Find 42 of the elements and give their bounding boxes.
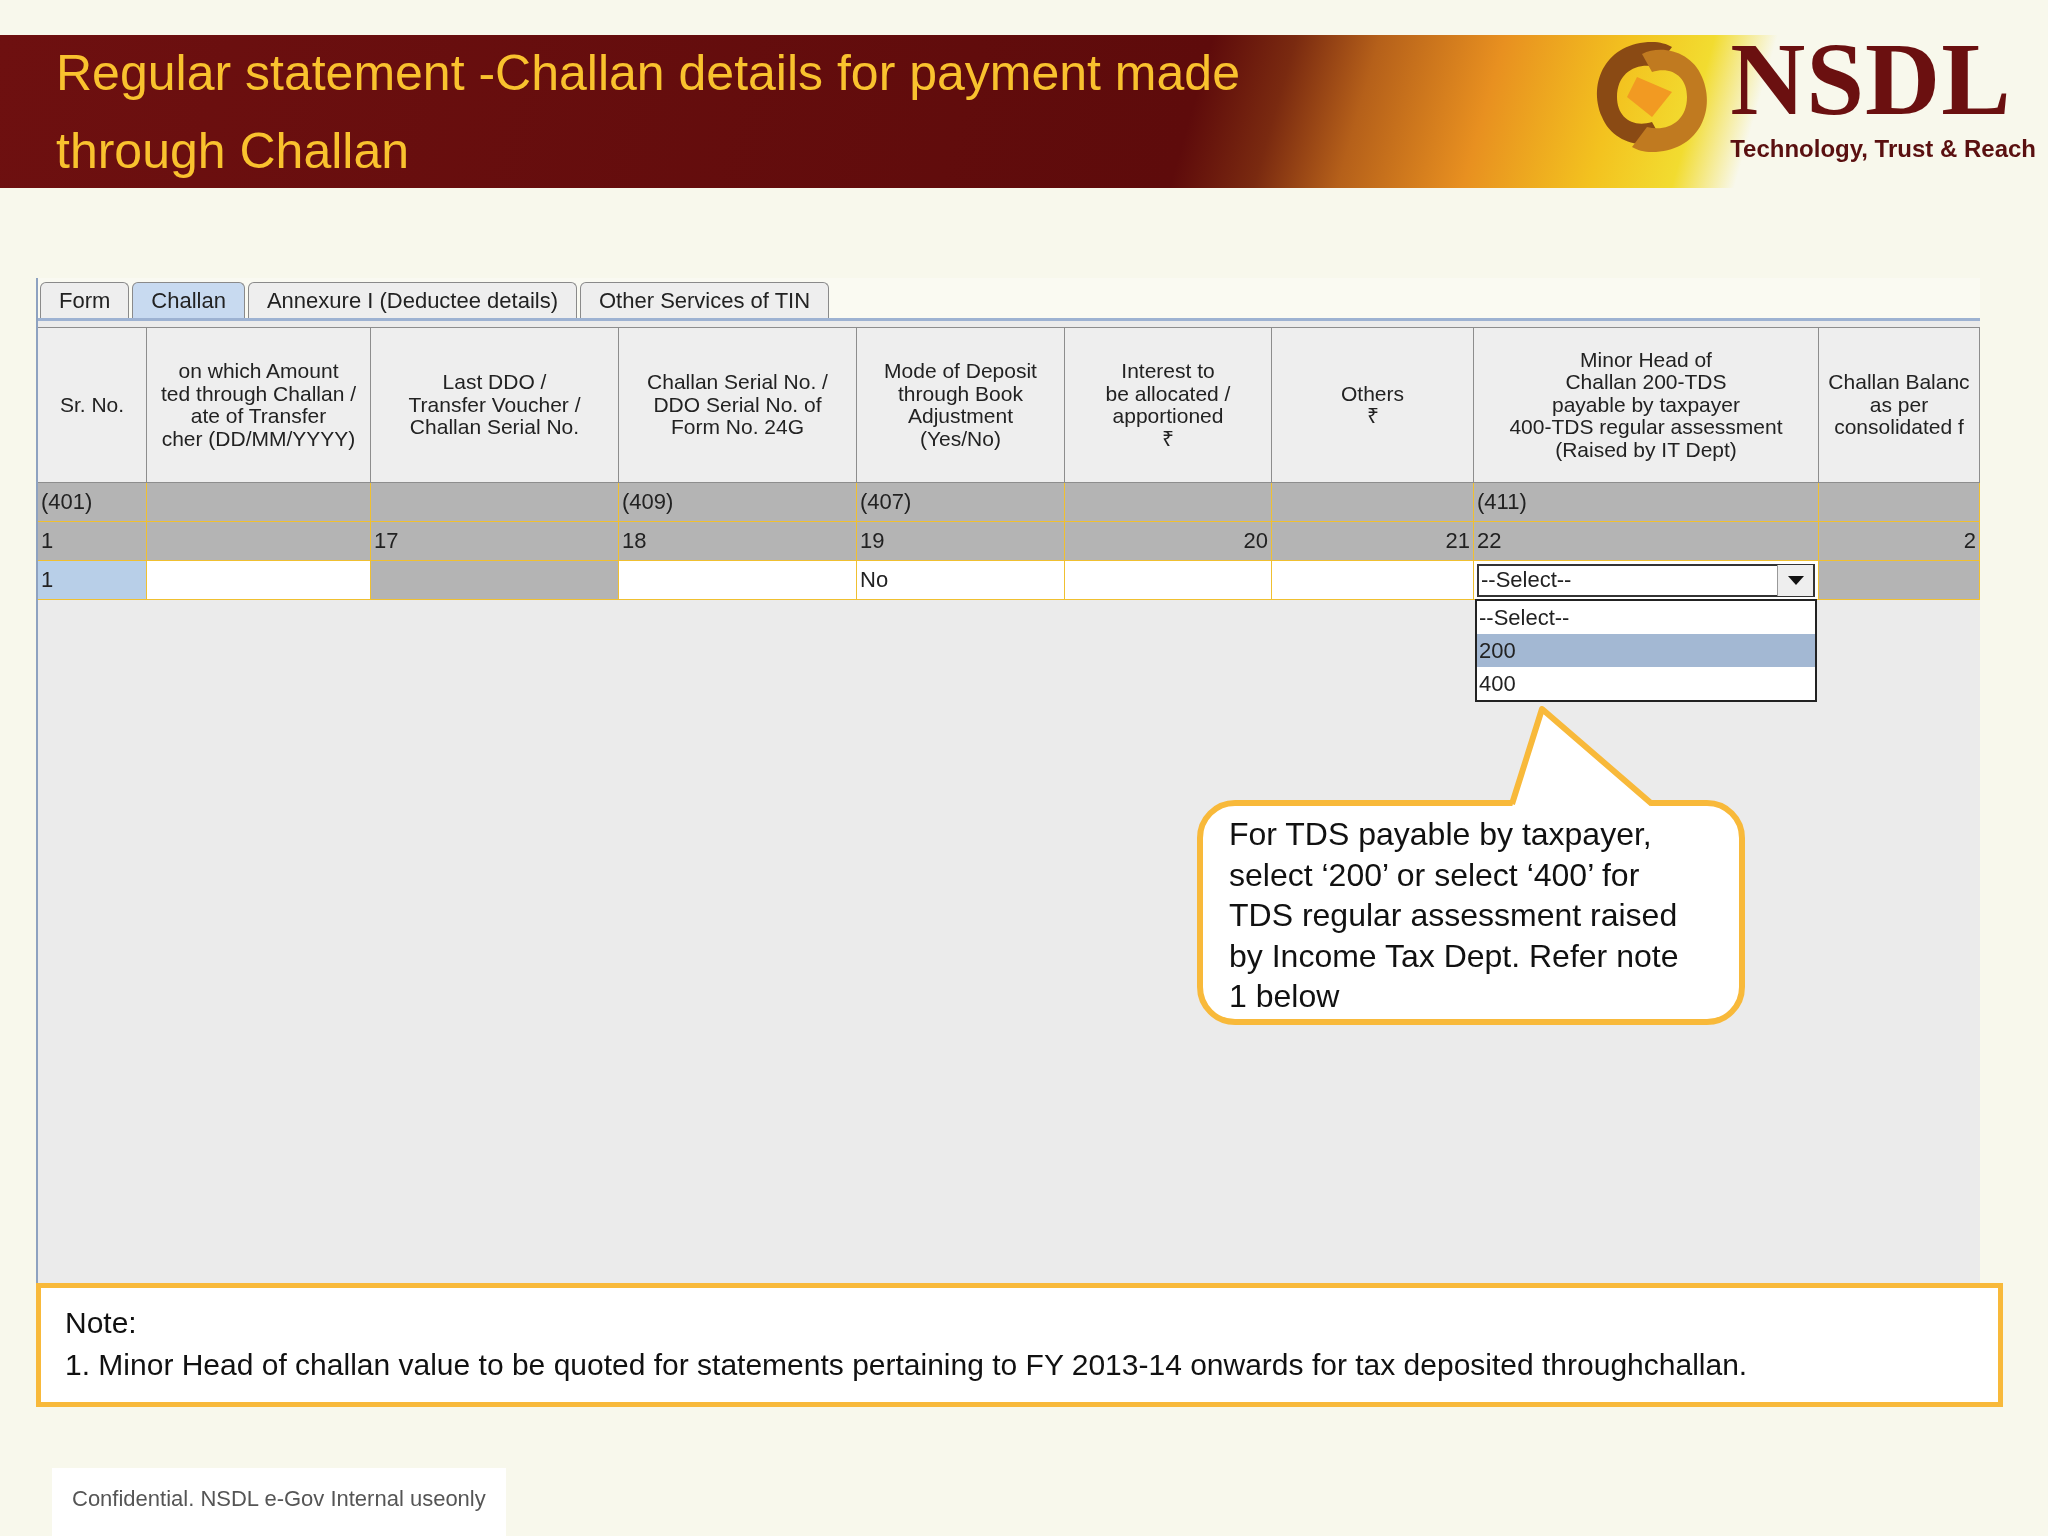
logo-tagline: Technology, Trust & Reach <box>1730 134 2036 163</box>
table-cell: 19 <box>857 522 1065 561</box>
tab[interactable]: Form <box>40 282 130 318</box>
footer-label: Confidential. NSDL e-Gov Internal useonly <box>52 1468 506 1536</box>
dropdown-option[interactable]: 200 <box>1477 634 1815 667</box>
table-cell: 18 <box>619 522 857 561</box>
input-field[interactable] <box>147 561 371 600</box>
select-dropdown[interactable]: --Select-- <box>1477 563 1815 597</box>
table-cell: 22 <box>1474 522 1819 561</box>
dropdown-button[interactable] <box>1777 564 1813 596</box>
table-cell: 17 <box>371 522 619 561</box>
column-header: Mode of Deposit through Book Adjustment (Yes/No) <box>857 327 1065 483</box>
caret-icon <box>1787 575 1804 585</box>
table-cell: 21 <box>1272 522 1474 561</box>
note-title: Note: <box>65 1305 138 1341</box>
tab[interactable]: Annexure I (Deductee details) <box>247 282 577 318</box>
input-field[interactable] <box>619 561 857 600</box>
slide-title: Regular statement -Challan details for payment made through Challan <box>56 43 1241 181</box>
table-cell: (409) <box>619 483 857 522</box>
column-header: Interest to be allocated / apportioned ₹ <box>1065 327 1272 483</box>
input-field[interactable]: No <box>857 561 1065 600</box>
table-cell: 2 <box>1819 522 1980 561</box>
column-header: Others ₹ <box>1272 327 1474 483</box>
column-header: on which Amount ted through Challan / ate of Transfer cher (DD/MM/YYYY) <box>147 327 371 483</box>
note-text: 1. Minor Head of challan value to be quoted for statements pertaining to FY 2013-14 onwards for tax deposited throughchallan. <box>65 1347 1749 1383</box>
column-header: Minor Head of Challan 200-TDS payable by taxpayer 400-TDS regular assessment (Raised by IT Dept) <box>1474 327 1819 483</box>
column-header: Challan Balanc as per consolidated f <box>1819 327 1980 483</box>
table-cell[interactable]: 1 <box>38 561 147 600</box>
column-header: Sr. No. <box>38 327 147 483</box>
column-header: Last DDO / Transfer Voucher / Challan Serial No. <box>371 327 619 483</box>
logo-wordmark: NSDL <box>1730 30 2013 127</box>
table-cell: (401) <box>38 483 147 522</box>
input-field[interactable] <box>1272 561 1474 600</box>
column-header: Challan Serial No. / DDO Serial No. of Form No. 24G <box>619 327 857 483</box>
callout-text: For TDS payable by taxpayer, select ‘200’ or select ‘400’ for TDS regular assessment raised by Income Tax Dept. Refer note 1 below <box>1229 815 1680 1016</box>
table-cell: 20 <box>1065 522 1272 561</box>
input-field[interactable] <box>1065 561 1272 600</box>
table-cell: 1 <box>38 522 147 561</box>
tab[interactable]: Other Services of TIN <box>580 282 830 318</box>
table-cell: (407) <box>857 483 1065 522</box>
tab[interactable]: Challan <box>132 282 245 318</box>
table-cell: (411) <box>1474 483 1819 522</box>
